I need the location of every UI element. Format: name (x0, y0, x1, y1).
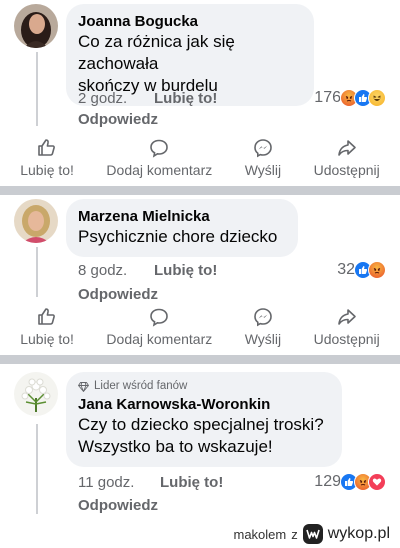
angry-reaction-icon (368, 261, 386, 279)
messenger-icon (254, 139, 272, 158)
comment-text: Wszystko ba to wskazuje! (78, 437, 273, 456)
comment-text: Psychicznie chore dziecko (78, 227, 278, 246)
reaction-summary[interactable]: 129 (314, 473, 386, 491)
post-action-bar: Lubię to! Dodaj komentarz Wyślij Udostęp… (0, 305, 400, 355)
comment-icon (150, 308, 169, 327)
comment-meta: 11 godz. Lubię to! (78, 474, 223, 491)
section-divider (0, 186, 400, 195)
comment-time[interactable]: 8 godz. (78, 262, 154, 279)
comment-bubble: Marzena Mielnicka Psychicznie chore dzie… (66, 199, 298, 257)
comment-reply-link[interactable]: Odpowiedz (78, 111, 158, 128)
comment-author[interactable]: Marzena Mielnicka (78, 207, 286, 226)
watermark-username: makolem (233, 526, 287, 542)
share-icon (337, 140, 356, 156)
comment-time[interactable]: 11 godz. (78, 474, 160, 491)
love-reaction-icon (368, 473, 386, 491)
comment-like-link[interactable]: Lubię to! (154, 90, 217, 107)
post-action-bar: Lubię to! Dodaj komentarz Wyślij Udostęp… (0, 136, 400, 186)
watermark-site: wykop.pl (327, 525, 390, 542)
comment-text: Co za różnica jak się zachowała (78, 32, 235, 73)
reaction-count: 129 (314, 473, 341, 490)
watermark-connector: z (291, 526, 298, 542)
send-button-label: Wyślij (244, 331, 282, 347)
thread-line (36, 424, 38, 514)
section-divider (0, 355, 400, 364)
thumbs-up-icon (38, 139, 56, 156)
comment-bubble: Lider wśród fanów Jana Karnowska-Woronki… (66, 372, 342, 467)
wykop-logo-icon (302, 524, 323, 544)
comment-icon (150, 139, 169, 158)
like-button[interactable]: Lubię to! (20, 307, 74, 347)
avatar[interactable] (14, 372, 58, 416)
comment-reply-link[interactable]: Odpowiedz (78, 286, 158, 303)
send-button[interactable]: Wyślij (245, 307, 281, 347)
avatar[interactable] (14, 4, 58, 48)
comment-block-2: Marzena Mielnicka Psychicznie chore dzie… (0, 195, 400, 355)
diamond-icon (78, 381, 89, 392)
wykop-watermark: makolem z wykop.pl (233, 524, 390, 544)
comment-button[interactable]: Dodaj komentarz (106, 138, 212, 178)
comment-meta: 8 godz. Lubię to! (78, 262, 217, 279)
share-button-label: Udostępnij (313, 162, 380, 178)
comment-like-link[interactable]: Lubię to! (160, 474, 223, 491)
share-button-label: Udostępnij (313, 331, 380, 347)
thread-line (36, 247, 38, 297)
reaction-summary[interactable]: 176 (314, 89, 386, 107)
send-button-label: Wyślij (244, 162, 282, 178)
reaction-summary[interactable]: 32 (337, 261, 386, 279)
comment-button-label: Dodaj komentarz (106, 331, 213, 347)
send-button[interactable]: Wyślij (245, 138, 281, 178)
comment-like-link[interactable]: Lubię to! (154, 262, 217, 279)
comment-author[interactable]: Jana Karnowska-Woronkin (78, 395, 330, 414)
comment-button[interactable]: Dodaj komentarz (106, 307, 212, 347)
avatar[interactable] (14, 199, 58, 243)
share-button[interactable]: Udostępnij (314, 307, 380, 347)
thread-line (36, 52, 38, 126)
top-fan-badge-label: Lider wśród fanów (94, 380, 188, 392)
share-icon (337, 309, 356, 325)
comment-time[interactable]: 2 godz. (78, 90, 154, 107)
thumbs-up-icon (38, 308, 56, 325)
comment-block-3: Lider wśród fanów Jana Karnowska-Woronki… (0, 364, 400, 518)
haha-reaction-icon (368, 89, 386, 107)
reaction-count: 32 (337, 261, 355, 278)
share-button[interactable]: Udostępnij (314, 138, 380, 178)
comment-text: Czy to dziecko specjalnej troski? (78, 415, 324, 434)
messenger-icon (254, 308, 272, 327)
comment-button-label: Dodaj komentarz (106, 162, 213, 178)
like-button-label: Lubię to! (20, 162, 74, 178)
comment-block-1: Joanna Bogucka Co za różnica jak się zac… (0, 0, 400, 186)
reaction-count: 176 (314, 89, 341, 106)
like-button[interactable]: Lubię to! (20, 138, 74, 178)
comment-author[interactable]: Joanna Bogucka (78, 12, 302, 31)
top-fan-badge: Lider wśród fanów (78, 379, 330, 394)
comment-reply-link[interactable]: Odpowiedz (78, 497, 158, 514)
like-button-label: Lubię to! (20, 331, 74, 347)
comment-meta: 2 godz. Lubię to! (78, 90, 217, 107)
